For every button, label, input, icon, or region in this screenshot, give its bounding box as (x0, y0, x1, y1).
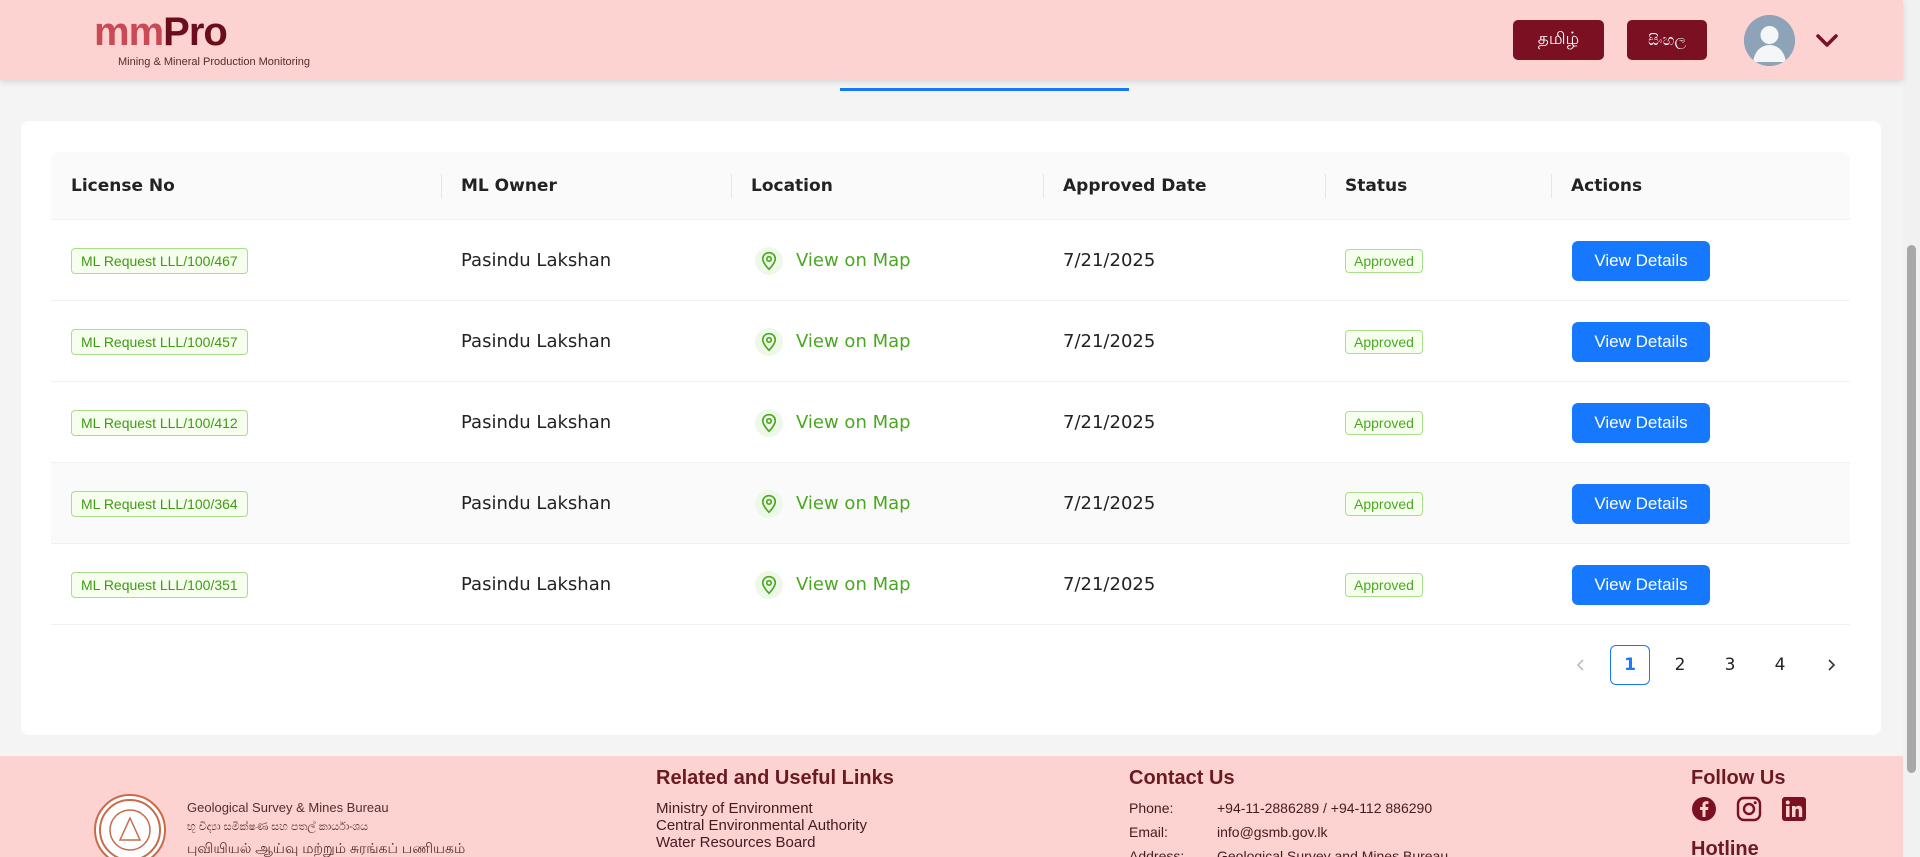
column-divider (1325, 174, 1326, 198)
approved-date: 7/21/2025 (1063, 331, 1156, 352)
logo-pro: Pro (163, 10, 228, 54)
links-heading: Related and Useful Links (656, 767, 894, 789)
view-on-map-label: View on Map (796, 250, 911, 271)
view-details-button[interactable]: View Details (1572, 240, 1710, 281)
license-tag: ML Request LLL/100/364 (71, 490, 248, 517)
approved-date: 7/21/2025 (1063, 574, 1156, 595)
view-on-map-link[interactable]: View on Map (755, 327, 911, 356)
link-water-resources-board[interactable]: Water Resources Board (656, 834, 816, 851)
page-scrollbar[interactable] (1903, 0, 1920, 857)
view-on-map-link[interactable]: View on Map (755, 570, 911, 599)
address-value: Geological Survey and Mines Bureau (1217, 848, 1449, 857)
status-badge: Approved (1345, 329, 1423, 354)
column-status: Status (1345, 176, 1408, 196)
page: mmPro Mining & Mineral Production Monito… (0, 0, 1920, 857)
follow-heading: Follow Us (1691, 767, 1786, 789)
ml-owner: Pasindu Lakshan (461, 412, 612, 433)
next-page-icon[interactable] (1816, 645, 1846, 685)
mmpro-logo[interactable]: mmPro Mining & Mineral Production Monito… (94, 12, 310, 68)
link-ministry-of-environment[interactable]: Ministry of Environment (656, 800, 813, 817)
view-details-button[interactable]: View Details (1572, 321, 1710, 362)
view-on-map-link[interactable]: View on Map (755, 408, 911, 437)
view-details-button[interactable]: View Details (1572, 564, 1710, 605)
org-name-sinhala: භූ විද්‍යා සමීක්ෂණ සහ පතල් කාර්යාංශය (187, 821, 368, 833)
column-approved-date: Approved Date (1063, 176, 1207, 196)
table-row: ML Request LLL/100/412 Pasindu Lakshan V… (51, 382, 1850, 463)
status-badge: Approved (1345, 248, 1423, 273)
column-divider (1043, 174, 1044, 198)
site-footer: Geological Survey & Mines Bureau භූ විද්… (0, 756, 1903, 857)
page-2-button[interactable]: 2 (1660, 645, 1700, 685)
column-location: Location (751, 176, 833, 196)
prev-page-icon[interactable] (1566, 645, 1596, 685)
approved-date: 7/21/2025 (1063, 250, 1156, 271)
sinhala-language-button[interactable]: සිංහල (1627, 20, 1707, 60)
phone-value: +94-11-2886289 / +94-112 886290 (1217, 800, 1433, 816)
page-4-button[interactable]: 4 (1760, 645, 1800, 685)
column-ml-owner: ML Owner (461, 176, 557, 196)
phone-label: Phone: (1129, 800, 1174, 816)
page-1-button[interactable]: 1 (1610, 645, 1650, 685)
table-header: License No ML Owner Location Approved Da… (51, 152, 1850, 220)
map-pin-icon (755, 408, 783, 437)
ml-owner: Pasindu Lakshan (461, 331, 612, 352)
map-pin-icon (755, 570, 783, 599)
top-header: mmPro Mining & Mineral Production Monito… (0, 0, 1903, 80)
license-tag: ML Request LLL/100/457 (71, 328, 248, 355)
address-label: Address: (1129, 848, 1185, 857)
ml-owner: Pasindu Lakshan (461, 493, 612, 514)
org-name-tamil: புவியியல் ஆய்வு மற்றும் சுரங்கப் பணியகம் (187, 840, 466, 856)
link-central-environmental-authority[interactable]: Central Environmental Authority (656, 817, 867, 834)
email-label: Email: (1129, 824, 1168, 840)
org-name-english: Geological Survey & Mines Bureau (187, 800, 389, 815)
status-badge: Approved (1345, 410, 1423, 435)
scrollbar-thumb[interactable] (1907, 245, 1916, 773)
status-badge: Approved (1345, 491, 1423, 516)
facebook-icon[interactable] (1691, 796, 1717, 822)
instagram-icon[interactable] (1736, 796, 1762, 822)
ml-owner: Pasindu Lakshan (461, 250, 612, 271)
logo-subtitle: Mining & Mineral Production Monitoring (118, 56, 310, 68)
logo-wordmark: mmPro (94, 12, 310, 52)
column-license-no: License No (71, 176, 175, 196)
user-avatar-icon[interactable] (1744, 15, 1795, 66)
table-row: ML Request LLL/100/467 Pasindu Lakshan V… (51, 220, 1850, 301)
logo-mm: mm (94, 10, 164, 54)
approved-date: 7/21/2025 (1063, 493, 1156, 514)
gsmb-org-name: Geological Survey & Mines Bureau භූ විද්… (187, 800, 465, 857)
view-on-map-label: View on Map (796, 331, 911, 352)
license-tag: ML Request LLL/100/467 (71, 247, 248, 274)
map-pin-icon (755, 327, 783, 356)
map-pin-icon (755, 246, 783, 275)
status-badge: Approved (1345, 572, 1423, 597)
approved-date: 7/21/2025 (1063, 412, 1156, 433)
license-tag: ML Request LLL/100/412 (71, 409, 248, 436)
email-value[interactable]: info@gsmb.gov.lk (1217, 824, 1327, 840)
column-divider (731, 174, 732, 198)
license-tag: ML Request LLL/100/351 (71, 571, 248, 598)
hotline-heading: Hotline (1691, 838, 1759, 857)
ml-owner: Pasindu Lakshan (461, 574, 612, 595)
view-on-map-label: View on Map (796, 574, 911, 595)
map-pin-icon (755, 489, 783, 518)
page-3-button[interactable]: 3 (1710, 645, 1750, 685)
view-on-map-label: View on Map (796, 412, 911, 433)
table-row: ML Request LLL/100/457 Pasindu Lakshan V… (51, 301, 1850, 382)
column-actions: Actions (1571, 176, 1643, 196)
linkedin-icon[interactable] (1781, 796, 1807, 822)
chevron-down-icon[interactable] (1813, 26, 1841, 54)
view-details-button[interactable]: View Details (1572, 483, 1710, 524)
table-row: ML Request LLL/100/351 Pasindu Lakshan V… (51, 544, 1850, 625)
column-divider (441, 174, 442, 198)
view-on-map-link[interactable]: View on Map (755, 246, 911, 275)
column-divider (1551, 174, 1552, 198)
gsmb-seal-logo (94, 794, 166, 857)
view-on-map-link[interactable]: View on Map (755, 489, 911, 518)
active-tab-indicator (840, 88, 1129, 91)
view-details-button[interactable]: View Details (1572, 402, 1710, 443)
table-row: ML Request LLL/100/364 Pasindu Lakshan V… (51, 463, 1850, 544)
view-on-map-label: View on Map (796, 493, 911, 514)
contact-heading: Contact Us (1129, 767, 1235, 789)
tamil-language-button[interactable]: தமிழ் (1513, 20, 1604, 60)
